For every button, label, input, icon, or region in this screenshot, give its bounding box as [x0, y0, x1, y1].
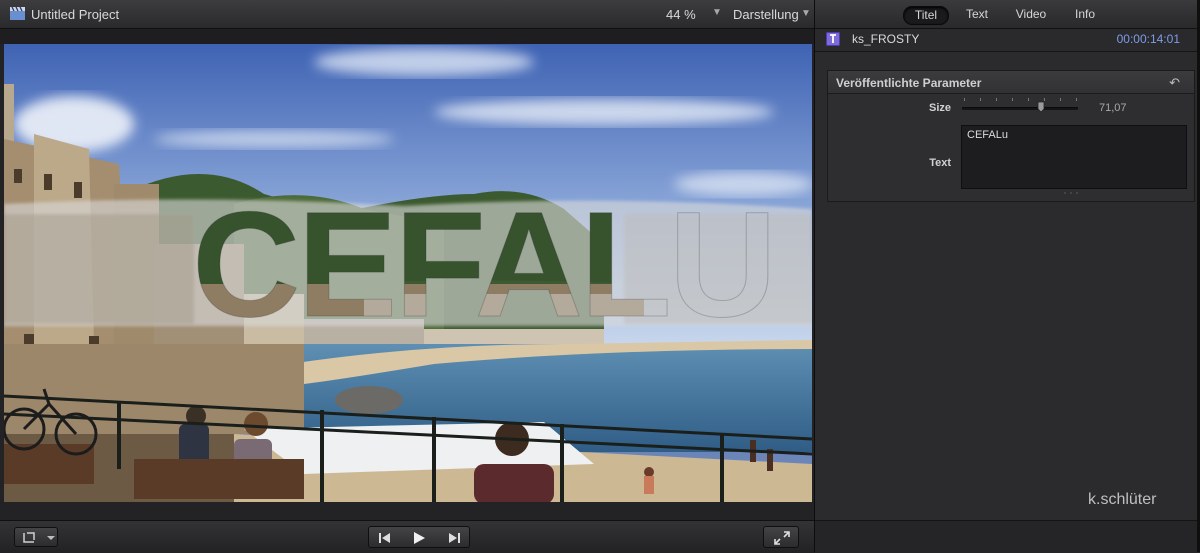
- watermark-text: k.schlüter: [1088, 491, 1157, 508]
- video-frame: CEFALU: [4, 44, 812, 502]
- project-title: Untitled Project: [31, 7, 120, 22]
- published-parameters-section: Veröffentlichte Parameter ↶ Size 71,07 T…: [827, 70, 1195, 202]
- size-label: Size: [928, 102, 951, 114]
- clip-timecode: 00:00:14:01: [1116, 32, 1180, 46]
- inspector-clip-header: ks_FROSTY 00:00:14:01: [815, 29, 1200, 52]
- viewer-transport-bar: [0, 520, 814, 553]
- fullscreen-icon: [774, 531, 790, 545]
- size-value[interactable]: 71,07: [1099, 102, 1127, 114]
- zoom-level[interactable]: 44 %: [666, 7, 696, 22]
- cefalu-title-overlay: CEFALU: [192, 180, 774, 348]
- size-slider[interactable]: [962, 107, 1078, 110]
- textbox-resize-grip[interactable]: [1064, 192, 1088, 196]
- clip-name: ks_FROSTY: [852, 32, 920, 46]
- tab-titel[interactable]: Titel: [903, 6, 949, 25]
- crop-transform-icon: [23, 532, 55, 543]
- viewer-panel: Untitled Project 44 % ▼ Darstellung ▼ CE…: [0, 0, 815, 553]
- title-clip-icon: [826, 32, 840, 46]
- skip-to-start-icon[interactable]: [378, 532, 392, 544]
- video-canvas: CEFALU: [4, 44, 812, 502]
- tab-video[interactable]: Video: [1007, 6, 1055, 23]
- tab-text[interactable]: Text: [955, 6, 999, 23]
- fullscreen-button[interactable]: [763, 526, 799, 548]
- transport-controls: [368, 526, 470, 548]
- tab-info[interactable]: Info: [1065, 6, 1105, 23]
- display-dropdown-icon[interactable]: ▼: [801, 8, 811, 19]
- parameters-header: Veröffentlichte Parameter ↶: [828, 71, 1194, 94]
- skip-to-end-icon[interactable]: [447, 532, 461, 544]
- zoom-dropdown-icon[interactable]: ▼: [712, 7, 722, 18]
- inspector-panel: Titel Text Video Info ks_FROSTY 00:00:14…: [815, 0, 1200, 553]
- reset-arrow-icon[interactable]: ↶: [1169, 75, 1180, 91]
- text-label: Text: [929, 157, 951, 169]
- inspector-footer: [815, 520, 1200, 553]
- viewer-subbar: [0, 29, 814, 44]
- parameters-title: Veröffentlichte Parameter: [836, 76, 982, 90]
- viewer-toolbar: Untitled Project 44 % ▼ Darstellung ▼: [0, 0, 814, 29]
- text-field[interactable]: CEFALu: [961, 125, 1187, 189]
- transform-menu-button[interactable]: [14, 527, 58, 547]
- display-menu[interactable]: Darstellung: [733, 7, 799, 22]
- inspector-tab-bar: Titel Text Video Info: [815, 0, 1200, 29]
- size-slider-thumb[interactable]: [1037, 101, 1045, 113]
- play-icon[interactable]: [412, 531, 426, 545]
- clapperboard-icon: [10, 7, 25, 20]
